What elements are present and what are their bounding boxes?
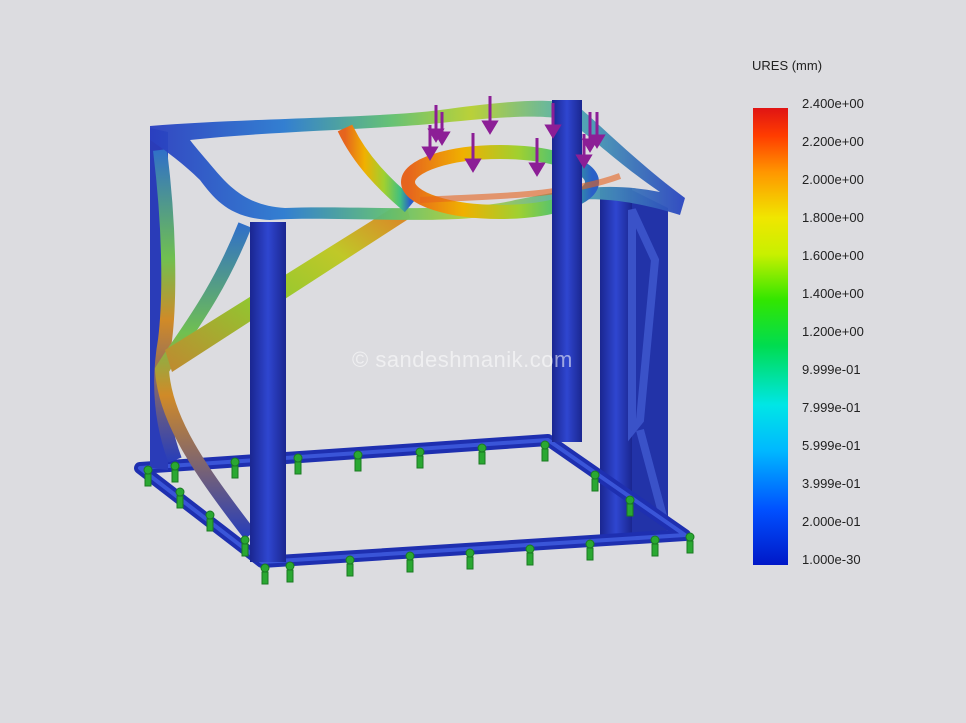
fixture-icon: [625, 495, 635, 517]
fixture-icon: [293, 453, 303, 475]
legend-tick: 9.999e-01: [802, 362, 861, 377]
fixture-icon: [143, 465, 153, 487]
legend-tick: 1.200e+00: [802, 324, 864, 339]
fixture-icon: [240, 535, 250, 557]
frame-front-left-post: [250, 222, 286, 562]
legend-tick: 2.200e+00: [802, 134, 864, 149]
fixture-icon: [465, 548, 475, 570]
fixture-icon: [525, 544, 535, 566]
fixture-icon: [590, 470, 600, 492]
legend-title: URES (mm): [752, 58, 823, 73]
legend-tick: 2.000e+00: [802, 172, 864, 187]
fixture-icon: [685, 532, 695, 554]
legend-tick: 1.000e-30: [802, 552, 861, 567]
color-scale-bar: [753, 108, 788, 565]
fixture-icon: [415, 447, 425, 469]
legend-tick: 3.999e-01: [802, 476, 861, 491]
fixture-icon: [405, 551, 415, 573]
legend-tick: 7.999e-01: [802, 400, 861, 415]
fixture-icon: [230, 457, 240, 479]
fixture-icon: [175, 487, 185, 509]
fixture-icon: [205, 510, 215, 532]
legend-tick: 1.600e+00: [802, 248, 864, 263]
fixture-icon: [285, 561, 295, 583]
fixture-icon: [650, 535, 660, 557]
fixture-icon: [540, 440, 550, 462]
fixture-icon: [260, 563, 270, 585]
legend-tick: 2.400e+00: [802, 96, 864, 111]
legend-tick: 1.800e+00: [802, 210, 864, 225]
legend-tick: 2.000e-01: [802, 514, 861, 529]
frame-front-right-post: [552, 100, 582, 442]
fixture-icon: [353, 450, 363, 472]
fixture-icon: [345, 555, 355, 577]
fixture-icon: [585, 539, 595, 561]
legend-tick: 1.400e+00: [802, 286, 864, 301]
fixture-icon: [170, 461, 180, 483]
legend-tick: 5.999e-01: [802, 438, 861, 453]
fixture-icon: [477, 443, 487, 465]
watermark: © sandeshmanik.com: [352, 347, 573, 372]
